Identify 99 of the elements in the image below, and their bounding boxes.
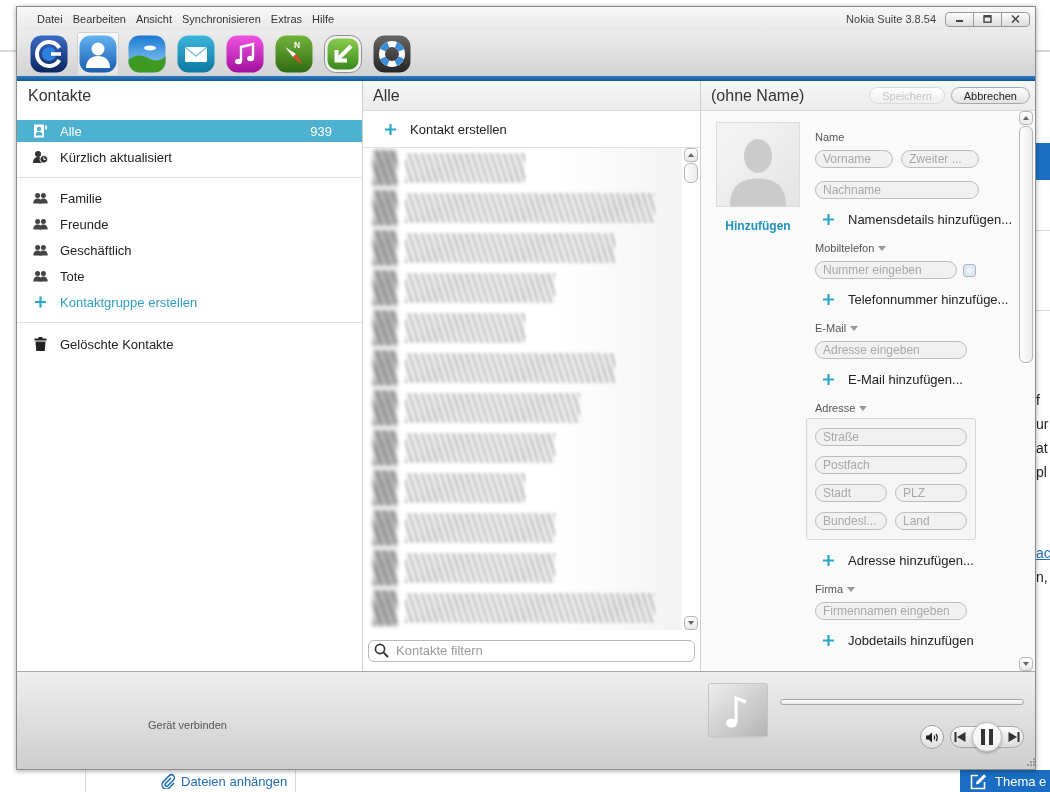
- caret-icon: [847, 586, 856, 592]
- pause-icon: [980, 729, 994, 745]
- music-note-icon: [708, 683, 768, 739]
- caret-icon: [878, 245, 887, 251]
- new-topic-button[interactable]: Thema e: [960, 770, 1050, 792]
- input-field[interactable]: Bundesl...: [815, 512, 887, 530]
- connect-device-label[interactable]: Gerät verbinden: [148, 718, 227, 731]
- menu-item[interactable]: Ansicht: [135, 13, 172, 25]
- sidebar-item[interactable]: Tote: [17, 265, 362, 287]
- scroll-up-button[interactable]: [684, 148, 698, 162]
- scrollbar-thumb[interactable]: [684, 163, 698, 183]
- group-icon: [33, 269, 48, 283]
- search-field[interactable]: Kontakte filtern: [368, 639, 695, 662]
- triangle-up-icon: [1023, 116, 1029, 120]
- add-field-link[interactable]: E-Mail hinzufügen...: [823, 372, 963, 387]
- menu-item[interactable]: Extras: [270, 13, 303, 25]
- menu-item[interactable]: Synchronisieren: [182, 13, 261, 25]
- scroll-down-button[interactable]: [684, 616, 698, 630]
- add-field-link[interactable]: Namensdetails hinzufügen...: [823, 212, 1013, 227]
- input-field[interactable]: Nachname: [815, 181, 979, 199]
- sidebar-item[interactable]: Gelöschte Kontakte: [17, 333, 362, 355]
- field-type-dropdown[interactable]: Mobiltelefon: [815, 241, 887, 255]
- field-label: Name: [815, 130, 845, 144]
- cancel-button[interactable]: Abbrechen: [950, 87, 1030, 104]
- scroll-up-button[interactable]: [1019, 111, 1033, 125]
- sidebar-item[interactable]: Freunde: [17, 213, 362, 235]
- sidebar-item[interactable]: Kürzlich aktualisiert: [17, 146, 362, 168]
- caret-icon: [850, 325, 859, 331]
- skip-back-icon[interactable]: [954, 732, 966, 742]
- pencil-icon: [970, 772, 987, 790]
- scroll-down-button[interactable]: [1019, 657, 1033, 671]
- group-icon: [33, 243, 48, 257]
- sidebar-item[interactable]: Familie: [17, 187, 362, 209]
- add-field-link[interactable]: Adresse hinzufügen...: [823, 553, 974, 568]
- volume-button[interactable]: [920, 725, 944, 749]
- input-field[interactable]: Straße: [815, 428, 967, 446]
- create-contact-link[interactable]: Kontakt erstellen: [385, 121, 507, 137]
- input-field[interactable]: Postfach: [815, 456, 967, 474]
- scrollbar-thumb[interactable]: [1019, 126, 1033, 363]
- plus-icon: [823, 214, 834, 225]
- menu-item[interactable]: Datei: [37, 13, 63, 25]
- menu-item[interactable]: Bearbeiten: [72, 13, 126, 25]
- input-field[interactable]: Adresse eingeben: [815, 341, 967, 359]
- triangle-down-icon: [688, 621, 694, 625]
- close-button[interactable]: [1001, 11, 1030, 27]
- skip-forward-icon[interactable]: [1008, 732, 1020, 742]
- plus-icon: [823, 294, 834, 305]
- field-type-dropdown[interactable]: Adresse: [815, 401, 868, 415]
- plus-icon: [823, 635, 834, 646]
- list-title: Alle: [373, 86, 400, 105]
- add-field-link[interactable]: Jobdetails hinzufügen: [823, 633, 974, 648]
- input-field[interactable]: Nummer eingeben: [815, 261, 957, 279]
- progress-track[interactable]: [780, 699, 1024, 705]
- person-icon[interactable]: [77, 31, 119, 76]
- close-icon: [1011, 15, 1020, 23]
- maximize-icon: [983, 15, 992, 23]
- partial-text: at: [1036, 439, 1048, 458]
- menu-item[interactable]: Hilfe: [312, 13, 335, 25]
- input-field[interactable]: Zweiter ...: [901, 150, 979, 168]
- paperclip-icon: [160, 773, 176, 789]
- field-type-dropdown[interactable]: E-Mail: [815, 321, 859, 335]
- contact-title: (ohne Name): [711, 86, 806, 105]
- search-icon: [374, 643, 389, 658]
- group-icon: [33, 191, 48, 205]
- attach-files-link[interactable]: Dateien anhängen: [181, 773, 288, 789]
- pause-button[interactable]: [972, 722, 1002, 752]
- person-clock-icon: [33, 150, 48, 164]
- trash-icon: [33, 337, 48, 351]
- window-title: Nokia Suite 3.8.54: [846, 13, 936, 25]
- page-banner: [1036, 143, 1050, 180]
- field-type-dropdown[interactable]: Firma: [815, 582, 856, 596]
- input-field[interactable]: Firmennamen eingeben: [815, 602, 967, 620]
- triangle-up-icon: [688, 153, 694, 157]
- input-field[interactable]: PLZ: [895, 484, 967, 502]
- partial-text: n,: [1036, 568, 1048, 587]
- caret-icon: [859, 405, 868, 411]
- partial-text: f: [1036, 391, 1040, 410]
- partial-link[interactable]: ac: [1036, 541, 1050, 565]
- plus-icon: [823, 374, 834, 385]
- input-field[interactable]: Vorname: [815, 150, 893, 168]
- sidebar-title: Kontakte: [28, 87, 92, 105]
- count-label: 939: [310, 123, 332, 139]
- sidebar-item[interactable]: Geschäftlich: [17, 239, 362, 261]
- resize-grip-icon[interactable]: [1025, 758, 1035, 768]
- contact-card-icon: [33, 124, 48, 138]
- triangle-down-icon: [1023, 662, 1029, 666]
- plus-icon: [823, 555, 834, 566]
- add-field-link[interactable]: Telefonnummer hinzufüge...: [823, 292, 1009, 307]
- plus-icon: [33, 295, 48, 309]
- maximize-button[interactable]: [973, 11, 1002, 27]
- partial-text: pl: [1036, 463, 1047, 482]
- checkbox[interactable]: [963, 263, 976, 277]
- group-icon: [33, 217, 48, 231]
- partial-text: ur: [1036, 415, 1049, 434]
- minimize-button[interactable]: [945, 11, 974, 27]
- speaker-icon: [925, 731, 939, 743]
- input-field[interactable]: Land: [895, 512, 967, 530]
- input-field[interactable]: Stadt: [815, 484, 887, 502]
- plus-icon: [385, 123, 396, 135]
